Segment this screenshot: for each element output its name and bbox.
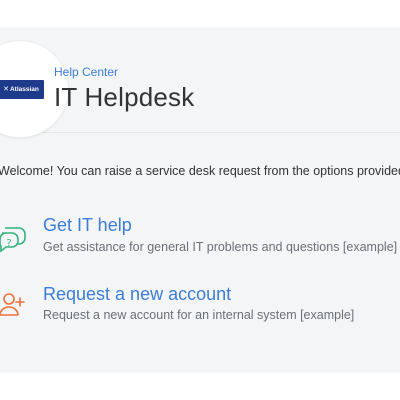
request-type-description: Request a new account for an internal sy…	[43, 308, 355, 322]
header-divider	[0, 132, 400, 133]
welcome-message: Welcome! You can raise a service desk re…	[0, 164, 400, 178]
breadcrumb-help-center[interactable]: Help Center	[54, 65, 118, 79]
svg-text:?: ?	[6, 238, 11, 249]
question-bubbles-icon[interactable]: ?	[0, 225, 28, 253]
help-center-portal: ✕ Atlassian Help Center IT Helpdesk Welco…	[0, 27, 400, 373]
page-title: IT Helpdesk	[54, 82, 195, 112]
logo-text: Atlassian	[9, 86, 39, 93]
atlassian-logo[interactable]: ✕ Atlassian	[0, 80, 44, 99]
add-user-icon[interactable]	[0, 290, 30, 318]
request-type-get-it-help[interactable]: Get IT help	[43, 215, 132, 236]
atlassian-mark-icon: ✕	[3, 86, 9, 93]
request-type-new-account[interactable]: Request a new account	[43, 284, 231, 305]
request-type-description: Get assistance for general IT problems a…	[43, 240, 398, 254]
